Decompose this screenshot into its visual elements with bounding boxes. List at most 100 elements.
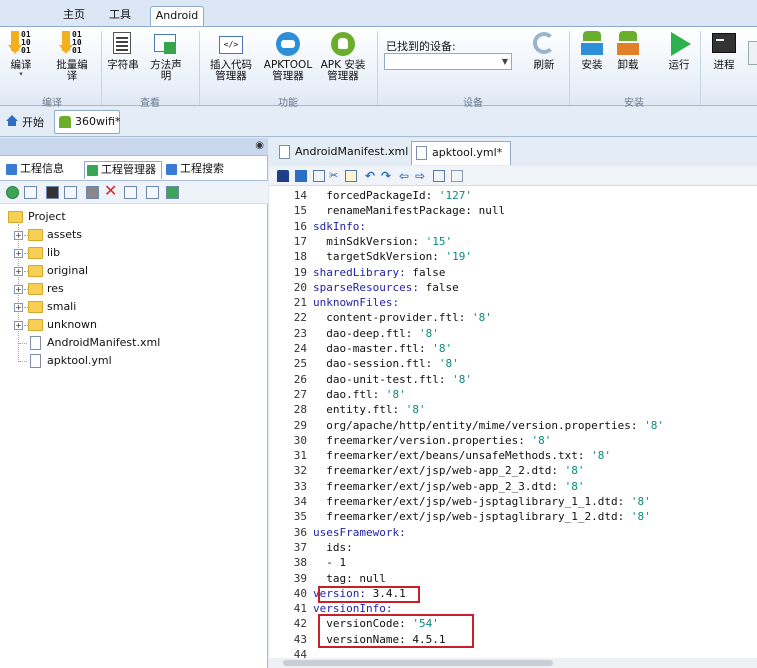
xml-file-icon <box>30 336 41 350</box>
code-key: minSdkVersion: <box>313 234 419 248</box>
cut-icon[interactable]: ✂ <box>329 170 341 182</box>
undo-icon[interactable]: ↶ <box>365 170 377 182</box>
delete-icon[interactable]: ✕ <box>104 183 117 199</box>
code-key: - 1 <box>313 556 347 570</box>
line-number: 35 <box>293 510 307 524</box>
code-value: '127' <box>432 189 472 202</box>
expand-icon[interactable]: + <box>14 303 23 312</box>
expand-icon[interactable] <box>24 186 37 199</box>
tree-item-assets[interactable]: + assets <box>0 226 200 244</box>
compile-button[interactable]: 01 10 01 编译 ▾ <box>4 31 38 78</box>
code-key: dao-master.ftl: <box>313 342 426 355</box>
code-key: dao-session.ftl: <box>313 357 433 371</box>
project-tab[interactable]: 360wifi* <box>54 110 120 134</box>
method-declaration-button[interactable]: 方法声 明 <box>146 31 186 82</box>
apk-install-manager-button[interactable]: APK 安装 管理器 <box>318 31 368 82</box>
tree-item-unknown[interactable]: + unknown <box>0 316 200 334</box>
format-icon[interactable] <box>433 170 445 182</box>
code-value: false <box>405 265 446 279</box>
scrollbar-thumb[interactable] <box>283 660 553 666</box>
tree-item-original[interactable]: + original <box>0 262 200 280</box>
apktool-manager-button[interactable]: APKTOOL 管理器 <box>260 31 316 82</box>
method-declaration-icon <box>154 31 178 57</box>
code-line: 29 org/apache/http/entity/mime/version.p… <box>269 418 664 433</box>
code-key: freemarker/ext/beans/unsafeMethods.txt: <box>313 449 585 463</box>
code-editor[interactable]: 14 forcedPackageId: '127' 15 renameManife… <box>269 186 757 668</box>
save-icon[interactable] <box>295 170 307 182</box>
run-button[interactable]: 运行 <box>660 31 698 71</box>
code-key: org/apache/http/entity/mime/version.prop… <box>313 418 638 432</box>
code-value: '8' <box>399 403 426 417</box>
copy-icon[interactable] <box>313 170 325 182</box>
expand-icon[interactable]: + <box>14 267 23 276</box>
tab-project-info[interactable]: 工程信息 <box>4 161 82 179</box>
expand-icon[interactable]: + <box>14 321 23 330</box>
process-button[interactable]: 进程 <box>704 31 744 71</box>
lock-icon[interactable] <box>277 170 289 182</box>
text-icon[interactable] <box>146 186 159 199</box>
android-icon[interactable] <box>166 186 179 199</box>
expand-icon[interactable]: + <box>14 231 23 240</box>
manager-icon <box>87 165 98 176</box>
redo-icon[interactable]: ↷ <box>381 170 393 182</box>
line-number: 36 <box>293 525 307 539</box>
code-value: '8' <box>584 449 612 463</box>
tree-item-lib[interactable]: + lib <box>0 244 200 262</box>
home-icon <box>6 115 18 126</box>
install-button[interactable]: 安装 <box>572 31 612 71</box>
code-tag-icon: </> <box>219 31 243 57</box>
tab-apktool-yml[interactable]: apktool.yml* <box>411 141 511 165</box>
compile-dropdown-icon[interactable]: ▾ <box>4 71 38 78</box>
start-tab[interactable]: 开始 <box>22 114 44 130</box>
strings-button[interactable]: 字符串 <box>104 31 142 71</box>
arrow-left-icon[interactable]: ⇦ <box>399 170 411 182</box>
tab-androidmanifest[interactable]: AndroidManifest.xml <box>275 141 408 165</box>
insert-code-manager-button[interactable]: </> 插入代码 管理器 <box>204 31 258 82</box>
overflow-icon <box>748 41 757 65</box>
expand-icon[interactable]: + <box>14 285 23 294</box>
line-number: 39 <box>293 571 307 585</box>
line-number: 42 <box>293 617 307 631</box>
batch-compile-button[interactable]: 01 10 01 批量编 译 <box>50 31 94 82</box>
terminal-icon <box>712 31 736 57</box>
expand-icon[interactable]: + <box>14 249 23 258</box>
code-line: 36 usesFramework: <box>269 525 406 540</box>
code-line: 34 freemarker/ext/jsp/web-jsptaglibrary_… <box>269 494 651 509</box>
file-icon <box>416 146 427 160</box>
line-number: 31 <box>293 449 307 463</box>
tree-item-res[interactable]: + res <box>0 280 200 298</box>
code-line: 14 forcedPackageId: '127' <box>269 188 472 203</box>
tree-item-apktool-yml[interactable]: apktool.yml <box>0 352 200 370</box>
paste-icon[interactable] <box>345 170 357 182</box>
folder-icon <box>28 319 43 331</box>
line-number: 26 <box>293 372 307 386</box>
line-number: 16 <box>293 219 307 233</box>
device-select[interactable]: ▼ <box>384 53 512 70</box>
code-line: 23 dao-deep.ftl: '8' <box>269 326 439 341</box>
horizontal-scrollbar[interactable] <box>269 658 757 668</box>
code-line: 19 sharedLibrary: false <box>269 265 446 280</box>
tab-project-search[interactable]: 工程搜索 <box>164 161 238 179</box>
code-line: 18 targetSdkVersion: '19' <box>269 249 472 264</box>
tree-item-smali[interactable]: + smali <box>0 298 200 316</box>
tab-home[interactable]: 主页 <box>52 6 96 26</box>
refresh-button[interactable]: 刷新 <box>524 31 564 71</box>
line-number: 24 <box>293 342 307 355</box>
batch-compile-icon: 01 10 01 <box>59 31 84 57</box>
copy-icon[interactable] <box>124 186 137 199</box>
uninstall-button[interactable]: 卸载 <box>610 31 646 71</box>
code-line: 28 entity.ftl: '8' <box>269 402 426 417</box>
tree-item-androidmanifest[interactable]: AndroidManifest.xml <box>0 334 200 352</box>
tab-tools[interactable]: 工具 <box>102 6 138 26</box>
bookmark-icon[interactable] <box>86 186 99 199</box>
line-number: 41 <box>293 602 307 616</box>
eye-icon[interactable]: ◉ <box>255 140 264 151</box>
arrow-right-icon[interactable]: ⇨ <box>415 170 427 182</box>
collapse-icon[interactable] <box>46 186 59 199</box>
open-folder-icon[interactable] <box>64 186 77 199</box>
project-panel: ◉ 工程信息 工程管理器 工程搜索 ✕ Project + assets + l… <box>0 138 268 668</box>
tab-project-manager[interactable]: 工程管理器 <box>84 161 162 179</box>
refresh-icon[interactable] <box>6 186 19 199</box>
tab-android[interactable]: Android <box>150 6 204 26</box>
wrap-icon[interactable] <box>451 170 463 182</box>
